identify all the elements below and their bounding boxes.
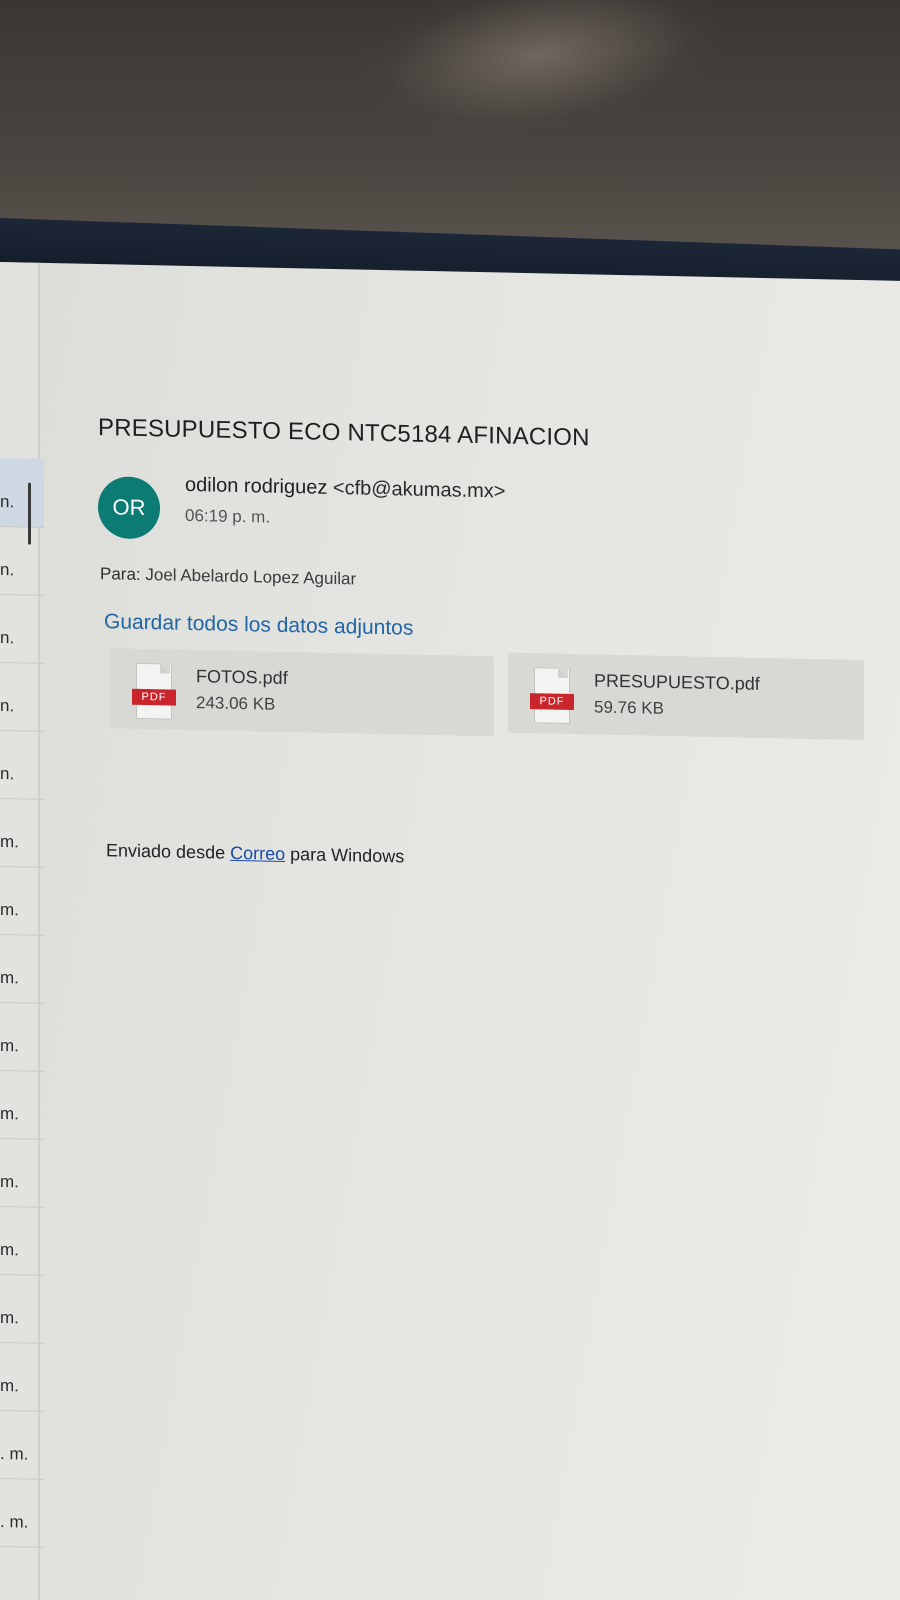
avatar-initials: OR [112, 494, 146, 521]
attachment-name: PRESUPUESTO.pdf [594, 670, 760, 694]
list-item-time: m. [0, 900, 19, 920]
list-item-time: m. [0, 1376, 19, 1396]
pdf-badge: PDF [530, 693, 574, 711]
list-item-time: m. [0, 1172, 19, 1192]
photo-frame: n. n. n. n. n. m. m. m. m. m. m. m. m. m… [0, 0, 900, 1600]
list-item[interactable]: n. [0, 526, 44, 596]
list-item-time: n. [0, 696, 15, 716]
sender-avatar[interactable]: OR [98, 476, 160, 540]
list-item-time: . m. [0, 1512, 29, 1532]
list-item-time: n. [0, 492, 15, 512]
list-item-time: n. [0, 764, 15, 784]
list-item-time: m. [0, 1308, 19, 1328]
list-item-time: m. [0, 1240, 19, 1260]
body-prefix: Enviado desde [106, 840, 226, 863]
list-item-time: m. [0, 968, 19, 988]
email-body: Enviado desde Correo para Windows [106, 840, 404, 867]
list-item[interactable]: m. [0, 1206, 44, 1276]
correo-link[interactable]: Correo [230, 843, 285, 864]
pdf-file-icon: PDF [530, 667, 574, 724]
list-item[interactable]: . m. [0, 1410, 44, 1480]
attachment-size: 243.06 KB [196, 693, 276, 714]
list-item-time: m. [0, 1104, 19, 1124]
list-item[interactable]: m. [0, 866, 44, 936]
sender-name: odilon rodriguez [185, 473, 328, 499]
list-item-time: n. [0, 628, 15, 648]
list-item[interactable]: m. [0, 1002, 44, 1072]
attachment-card[interactable]: PDF FOTOS.pdf 243.06 KB [110, 648, 494, 737]
pdf-badge: PDF [132, 688, 176, 706]
attachment-size: 59.76 KB [594, 697, 664, 718]
pdf-file-icon: PDF [132, 662, 176, 720]
save-all-attachments-link[interactable]: Guardar todos los datos adjuntos [104, 610, 413, 640]
list-item[interactable]: m. [0, 1138, 44, 1208]
ceiling-light-reflection [351, 0, 729, 155]
recipients-line: Para: Joel Abelardo Lopez Aguilar [100, 564, 356, 589]
list-item[interactable]: m. [0, 1342, 44, 1412]
list-item[interactable]: n. [0, 594, 44, 664]
attachment-card[interactable]: PDF PRESUPUESTO.pdf 59.76 KB [508, 652, 864, 741]
list-item[interactable]: n. [0, 730, 44, 800]
list-item-time: m. [0, 1036, 19, 1056]
sender-line[interactable]: odilon rodriguez <cfb@akumas.mx> [185, 474, 505, 504]
mail-app-screen: n. n. n. n. n. m. m. m. m. m. m. m. m. m… [0, 262, 900, 1600]
sender-email: <cfb@akumas.mx> [332, 476, 506, 503]
list-item[interactable]: . m. [0, 1478, 44, 1548]
scrollbar-thumb[interactable] [28, 482, 31, 545]
list-item[interactable]: m. [0, 934, 44, 1004]
list-item[interactable]: m. [0, 1274, 44, 1344]
list-item[interactable]: n. [0, 662, 44, 732]
email-timestamp: 06:19 p. m. [185, 505, 271, 527]
list-item[interactable]: n. [0, 458, 44, 528]
recipient-name[interactable]: Joel Abelardo Lopez Aguilar [145, 565, 356, 588]
list-item-time: m. [0, 832, 19, 852]
email-subject: PRESUPUESTO ECO NTC5184 AFINACION [98, 414, 590, 452]
attachment-name: FOTOS.pdf [196, 666, 288, 689]
to-label: Para: [100, 564, 141, 584]
list-item[interactable]: m. [0, 798, 44, 868]
message-list-pane[interactable]: n. n. n. n. n. m. m. m. m. m. m. m. m. m… [0, 262, 44, 1600]
body-suffix: para Windows [290, 844, 405, 867]
list-item[interactable]: m. [0, 1070, 44, 1140]
list-item-time: . m. [0, 1444, 29, 1464]
list-item-time: n. [0, 560, 15, 580]
